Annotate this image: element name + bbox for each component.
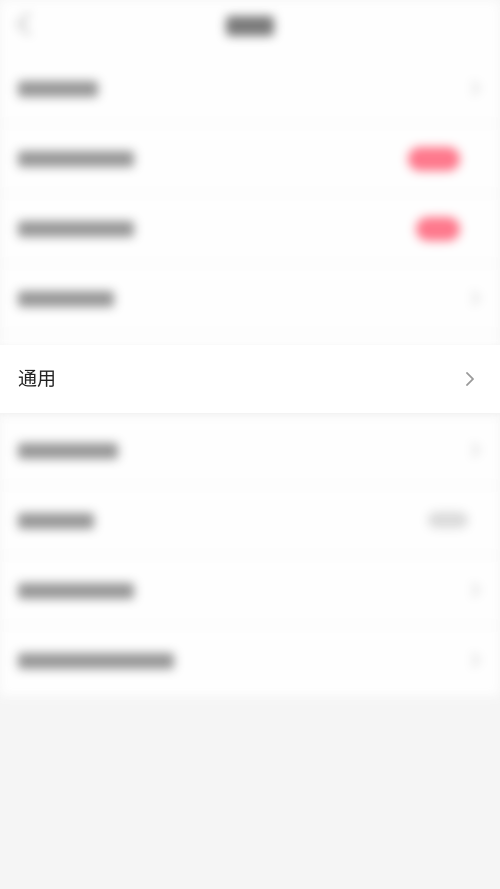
- settings-row[interactable]: [0, 194, 500, 264]
- row-label: [18, 443, 118, 459]
- settings-row[interactable]: [0, 486, 500, 556]
- page-title: [226, 16, 274, 36]
- settings-group-2: [0, 416, 500, 696]
- row-label: [18, 81, 98, 97]
- row-label: [18, 583, 134, 599]
- settings-row[interactable]: [0, 264, 500, 334]
- settings-row[interactable]: [0, 626, 500, 696]
- chevron-right-icon: [465, 652, 481, 668]
- settings-row[interactable]: [0, 556, 500, 626]
- value-badge: [428, 512, 468, 528]
- chevron-right-icon: [466, 372, 474, 386]
- toggle-switch[interactable]: [416, 217, 460, 241]
- chevron-right-icon: [465, 80, 481, 96]
- row-label: [18, 513, 94, 529]
- general-settings-row[interactable]: 通用: [0, 345, 500, 413]
- settings-row[interactable]: [0, 54, 500, 124]
- chevron-right-icon: [465, 290, 481, 306]
- toggle-switch[interactable]: [408, 147, 460, 171]
- general-settings-label: 通用: [18, 368, 57, 390]
- settings-row[interactable]: [0, 124, 500, 194]
- back-arrow-icon[interactable]: [16, 12, 40, 36]
- row-label: [18, 151, 134, 167]
- settings-row[interactable]: [0, 416, 500, 486]
- chevron-right-icon: [465, 442, 481, 458]
- settings-screen: 通用: [0, 0, 500, 889]
- row-label: [18, 291, 114, 307]
- chevron-right-icon: [465, 582, 481, 598]
- row-label: [18, 653, 174, 669]
- nav-bar: [0, 0, 500, 54]
- row-label: [18, 221, 134, 237]
